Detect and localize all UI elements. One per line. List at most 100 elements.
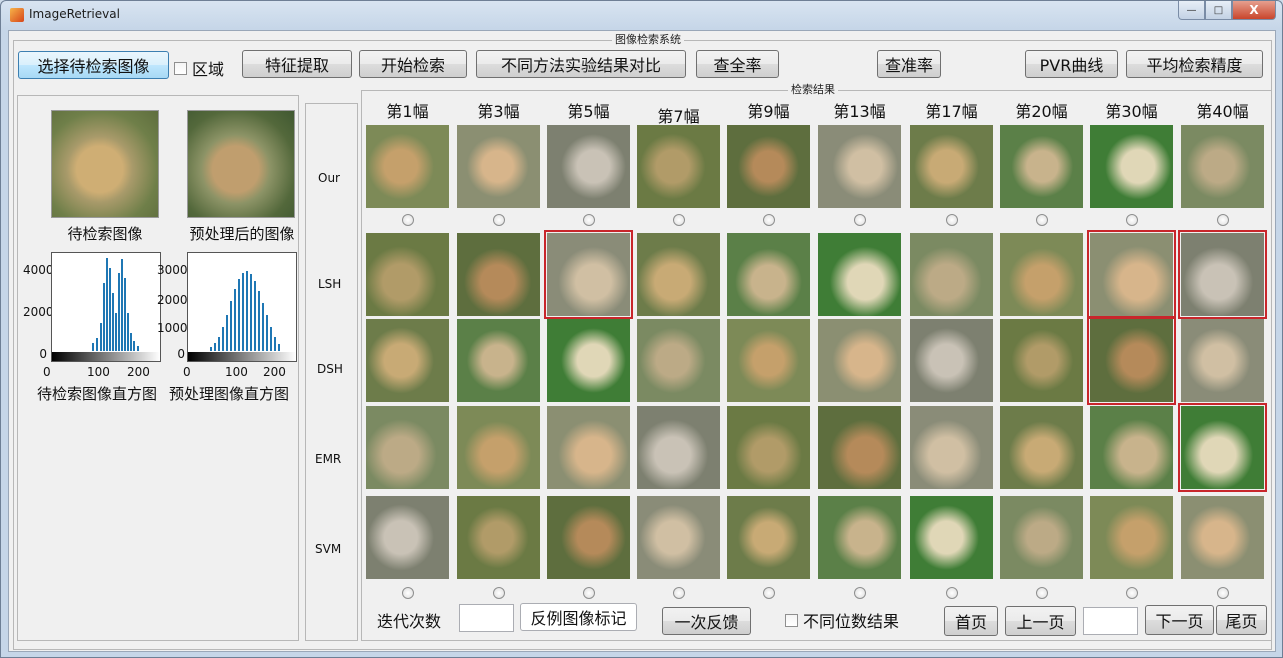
result-image[interactable] [727,319,810,402]
result-image[interactable] [637,496,720,579]
result-image[interactable] [818,319,901,402]
first-page-button[interactable]: 首页 [944,606,998,636]
result-image[interactable] [637,406,720,489]
result-select-radio[interactable] [402,214,414,226]
processed-histogram-caption: 预处理图像直方图 [168,385,289,403]
result-image[interactable] [637,319,720,402]
result-image[interactable] [547,496,630,579]
start-search-button[interactable]: 开始检索 [359,50,467,78]
result-select-radio[interactable] [1126,214,1138,226]
result-image[interactable] [1090,406,1173,489]
processed-histogram-plot [187,252,297,362]
result-image[interactable] [637,125,720,208]
result-select-radio[interactable] [402,587,414,599]
result-select-radio[interactable] [1036,587,1048,599]
row-label-svm: SVM [315,542,342,556]
pvr-curve-button[interactable]: PVR曲线 [1025,50,1118,78]
diff-bits-checkbox[interactable]: 不同位数结果 [785,608,899,632]
result-image[interactable] [818,496,901,579]
result-image[interactable] [727,406,810,489]
minimize-button[interactable]: — [1178,1,1205,20]
result-image[interactable] [910,125,993,208]
last-page-button[interactable]: 尾页 [1216,605,1267,635]
result-image[interactable] [366,496,449,579]
result-image[interactable] [910,319,993,402]
compare-methods-button[interactable]: 不同方法实验结果对比 [476,50,686,78]
result-image[interactable] [1178,403,1267,492]
prev-page-button[interactable]: 上一页 [1005,606,1076,636]
feedback-button[interactable]: 一次反馈 [662,607,751,635]
result-image[interactable] [910,406,993,489]
result-select-radio[interactable] [493,587,505,599]
result-image[interactable] [1181,319,1264,402]
result-select-radio[interactable] [854,587,866,599]
result-image[interactable] [366,233,449,316]
select-query-image-button[interactable]: 选择待检索图像 [18,51,169,79]
title-bar[interactable]: ImageRetrieval — □ X [1,1,1282,29]
result-image[interactable] [1181,125,1264,208]
result-image[interactable] [910,496,993,579]
result-image[interactable] [547,125,630,208]
region-checkbox-box[interactable] [174,61,187,75]
result-image[interactable] [547,319,630,402]
result-image[interactable] [457,319,540,402]
result-select-radio[interactable] [1217,587,1229,599]
result-image[interactable] [1087,316,1176,405]
feature-extract-button[interactable]: 特征提取 [242,50,352,78]
result-image[interactable] [457,496,540,579]
result-image[interactable] [1000,496,1083,579]
result-image[interactable] [727,496,810,579]
result-image[interactable] [1000,319,1083,402]
close-button[interactable]: X [1232,1,1276,20]
negative-mark-button[interactable]: 反例图像标记 [520,603,637,631]
result-image[interactable] [1090,496,1173,579]
result-image[interactable] [727,125,810,208]
next-page-button[interactable]: 下一页 [1145,605,1214,635]
result-select-radio[interactable] [673,214,685,226]
precision-button[interactable]: 查准率 [877,50,941,78]
result-select-radio[interactable] [583,587,595,599]
result-select-radio[interactable] [583,214,595,226]
avg-precision-button[interactable]: 平均检索精度 [1126,50,1263,78]
result-select-radio[interactable] [854,214,866,226]
column-header: 第30幅 [1105,102,1158,121]
processed-image-caption: 预处理后的图像 [189,225,295,243]
result-image[interactable] [1090,125,1173,208]
result-select-radio[interactable] [1217,214,1229,226]
result-image[interactable] [818,125,901,208]
region-checkbox[interactable]: 区域 [174,56,224,80]
result-image[interactable] [637,233,720,316]
result-image[interactable] [1000,406,1083,489]
result-image[interactable] [547,406,630,489]
iteration-input[interactable] [459,604,514,632]
result-select-radio[interactable] [493,214,505,226]
result-select-radio[interactable] [673,587,685,599]
result-select-radio[interactable] [763,587,775,599]
result-image[interactable] [727,233,810,316]
result-image[interactable] [818,406,901,489]
result-select-radio[interactable] [946,587,958,599]
result-image[interactable] [1000,233,1083,316]
result-image[interactable] [366,319,449,402]
query-image-caption: 待检索图像 [67,225,143,243]
result-image[interactable] [1087,230,1176,319]
result-image[interactable] [818,233,901,316]
result-image[interactable] [366,125,449,208]
result-select-radio[interactable] [763,214,775,226]
page-number-input[interactable] [1083,607,1138,635]
diff-bits-checkbox-box[interactable] [785,613,798,627]
result-image[interactable] [544,230,633,319]
result-image[interactable] [1000,125,1083,208]
result-image[interactable] [457,125,540,208]
result-image[interactable] [457,233,540,316]
result-image[interactable] [1178,230,1267,319]
result-image[interactable] [366,406,449,489]
result-select-radio[interactable] [946,214,958,226]
result-image[interactable] [910,233,993,316]
result-image[interactable] [1181,496,1264,579]
recall-button[interactable]: 查全率 [696,50,779,78]
result-select-radio[interactable] [1126,587,1138,599]
result-select-radio[interactable] [1036,214,1048,226]
result-image[interactable] [457,406,540,489]
maximize-button[interactable]: □ [1205,1,1232,20]
